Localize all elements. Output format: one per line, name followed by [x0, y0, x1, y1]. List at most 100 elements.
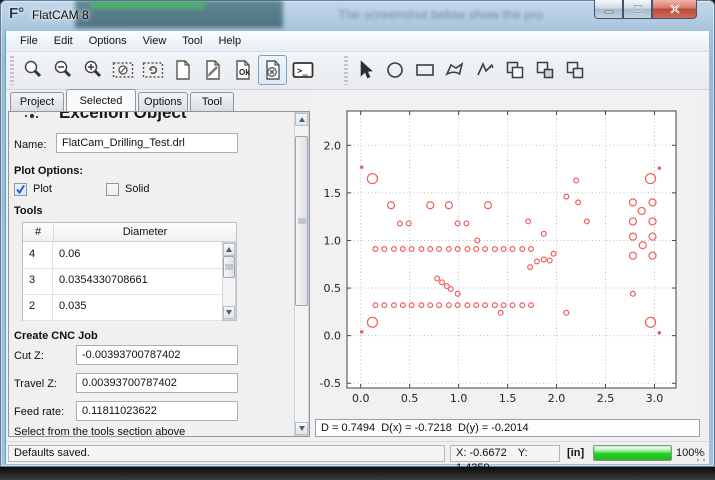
svg-text:2.0: 2.0 — [548, 392, 566, 405]
progress-bar — [593, 445, 672, 461]
svg-text:1.0: 1.0 — [450, 392, 468, 405]
tool-row[interactable]: 3 0.0354330708661 — [23, 268, 222, 295]
menu-edit[interactable]: Edit — [46, 33, 81, 49]
new-file-icon — [171, 58, 195, 82]
solid-checkbox-label[interactable]: Solid — [125, 183, 149, 195]
open-file-button[interactable] — [198, 55, 227, 85]
maximize-button[interactable] — [623, 0, 652, 19]
name-label: Name: — [14, 139, 46, 151]
replot-icon — [141, 58, 165, 82]
new-file-button[interactable] — [168, 55, 197, 85]
tool-diameter: 0.035 — [53, 294, 222, 320]
svg-text:1.5: 1.5 — [324, 187, 342, 200]
scrollbar-thumb[interactable] — [223, 256, 235, 278]
zoom-fit-button[interactable] — [18, 55, 47, 85]
resize-grip-icon[interactable] — [696, 452, 706, 462]
menu-options[interactable]: Options — [81, 33, 135, 49]
tab-project[interactable]: Project — [10, 92, 64, 111]
scroll-down-button[interactable] — [223, 306, 235, 319]
toolbar: Ok >_ — [6, 52, 709, 90]
delete-object-icon — [261, 58, 285, 82]
cnc-section-title: Create CNC Job — [14, 330, 98, 342]
cursor-x: X: -0.6672 — [456, 447, 507, 459]
delete-object-button[interactable] — [258, 55, 287, 85]
shell-button[interactable]: >_ — [288, 55, 317, 85]
tab-selected[interactable]: Selected — [66, 89, 136, 111]
pointer-icon — [353, 58, 377, 82]
tool-row[interactable]: 2 0.035 — [23, 294, 222, 321]
tools-label: Tools — [14, 205, 43, 217]
background-ghost-text: The screenshot below show the pro — [338, 7, 543, 22]
menu-file[interactable]: File — [12, 33, 46, 49]
window-title: FlatCAM 8 — [32, 8, 89, 22]
toolbar-grip[interactable] — [10, 56, 14, 85]
shell-icon: >_ — [291, 58, 315, 82]
feedrate-input[interactable] — [76, 401, 238, 421]
menu-help[interactable]: Help — [210, 33, 249, 49]
plot-panel: 0.00.51.01.52.02.53.0-0.50.00.51.01.52.0 — [315, 93, 700, 416]
svg-text:0.5: 0.5 — [324, 282, 342, 295]
import-ok-button[interactable]: Ok — [228, 55, 257, 85]
svg-text:2.0: 2.0 — [324, 139, 342, 152]
column-header-diameter[interactable]: Diameter — [54, 223, 236, 241]
replot-button[interactable] — [138, 55, 167, 85]
scrollbar-thumb[interactable] — [295, 136, 308, 306]
excellon-object-icon — [19, 111, 43, 128]
column-header-number[interactable]: # — [23, 223, 54, 241]
cutz-input[interactable] — [76, 345, 238, 365]
draw-polyline-button[interactable] — [470, 55, 499, 85]
table-scrollbar[interactable] — [222, 242, 236, 320]
svg-text:2.5: 2.5 — [597, 392, 615, 405]
close-button[interactable] — [652, 0, 697, 19]
name-input[interactable] — [56, 133, 238, 153]
menu-tool[interactable]: Tool — [174, 33, 210, 49]
scroll-up-button[interactable] — [223, 243, 235, 256]
scroll-up-button[interactable] — [295, 113, 308, 126]
draw-polygon-button[interactable] — [440, 55, 469, 85]
tool-number: 3 — [23, 268, 53, 294]
tools-table: # Diameter 4 0.06 3 0.0354330708661 2 0.… — [22, 222, 237, 321]
arrow-up-icon — [226, 247, 232, 252]
svg-text:0.0: 0.0 — [352, 392, 370, 405]
toolbar-grip[interactable] — [344, 56, 348, 85]
tool-row[interactable]: 4 0.06 — [23, 242, 222, 269]
clear-plot-button[interactable] — [108, 55, 137, 85]
tab-options[interactable]: Options — [138, 92, 188, 111]
svg-text:Ok: Ok — [239, 68, 250, 77]
draw-circle-button[interactable] — [380, 55, 409, 85]
minimize-button[interactable] — [594, 0, 623, 19]
app-window: The screenshot below show the pro F° Fla… — [0, 0, 715, 467]
status-message: Defaults saved. — [8, 445, 445, 462]
travelz-input[interactable] — [76, 373, 238, 393]
draw-circle-icon — [383, 58, 407, 82]
client-area: File Edit Options View Tool Help — [5, 31, 710, 463]
import-ok-icon: Ok — [231, 58, 255, 82]
geo-intersection-button[interactable] — [530, 55, 559, 85]
arrow-down-icon — [299, 426, 305, 431]
zoom-in-icon — [81, 58, 105, 82]
scroll-down-button[interactable] — [295, 422, 308, 435]
cutz-label: Cut Z: — [14, 350, 44, 362]
solid-checkbox[interactable] — [106, 183, 119, 196]
svg-text:0.0: 0.0 — [324, 330, 342, 343]
travelz-label: Travel Z: — [14, 378, 57, 390]
zoom-out-button[interactable] — [48, 55, 77, 85]
panel-title: Excellon Object — [59, 111, 187, 123]
geo-subtract-button[interactable] — [560, 55, 589, 85]
draw-rectangle-button[interactable] — [410, 55, 439, 85]
panel-scrollbar[interactable] — [294, 112, 309, 436]
selected-tab-panel: Excellon Object Name: Plot Options: Plot… — [8, 111, 310, 437]
minimize-icon — [603, 5, 615, 14]
plot-canvas[interactable]: 0.00.51.01.52.02.53.0-0.50.00.51.01.52.0 — [315, 93, 700, 416]
plot-checkbox[interactable] — [14, 183, 27, 196]
clear-plot-icon — [111, 58, 135, 82]
titlebar[interactable]: The screenshot below show the pro F° Fla… — [0, 0, 715, 31]
tab-tool[interactable]: Tool — [190, 92, 234, 111]
plot-options-label: Plot Options: — [14, 165, 83, 177]
plot-checkbox-label[interactable]: Plot — [33, 183, 52, 195]
pointer-tool-button[interactable] — [350, 55, 379, 85]
zoom-in-button[interactable] — [78, 55, 107, 85]
menu-view[interactable]: View — [135, 33, 175, 49]
open-file-icon — [201, 58, 225, 82]
geo-union-button[interactable] — [500, 55, 529, 85]
